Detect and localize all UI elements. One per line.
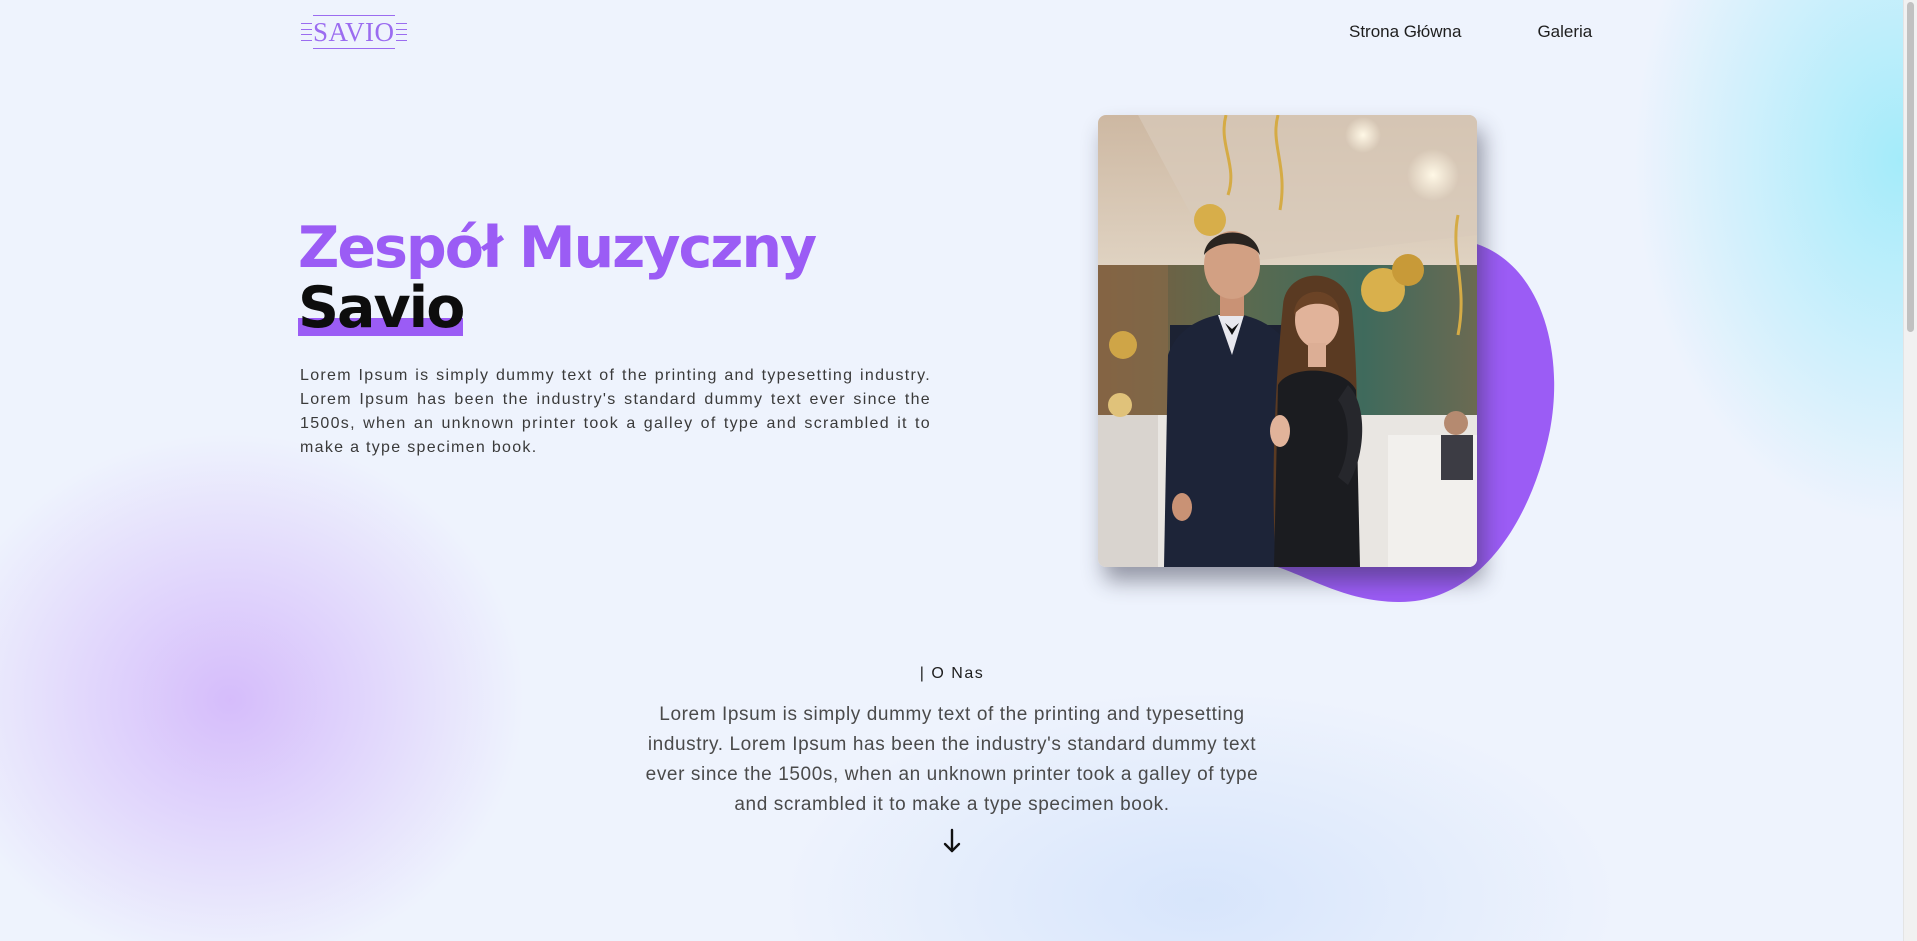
logo-left-lines — [301, 23, 312, 41]
logo[interactable]: SAVIO — [300, 14, 408, 50]
logo-text: SAVIO — [313, 15, 395, 49]
hero-description: Lorem Ipsum is simply dummy text of the … — [300, 367, 931, 456]
hero-photo — [1098, 115, 1477, 567]
page-scrollbar[interactable] — [1903, 0, 1917, 941]
main-nav: Strona Główna Galeria — [1349, 22, 1592, 42]
logo-right-lines — [395, 23, 407, 41]
nav-link-home[interactable]: Strona Główna — [1349, 22, 1461, 42]
hero-title: Zespół Muzyczny Savio — [298, 215, 817, 341]
arrow-down-icon[interactable] — [942, 828, 962, 854]
hero-title-line1: Zespół Muzyczny — [298, 215, 817, 281]
hero-title-line2: Savio — [298, 275, 465, 341]
scrollbar-thumb[interactable] — [1907, 2, 1914, 332]
nav-link-gallery[interactable]: Galeria — [1537, 22, 1592, 42]
about-heading: | O Nas — [919, 665, 985, 682]
about-text: Lorem Ipsum is simply dummy text of the … — [645, 704, 1259, 815]
